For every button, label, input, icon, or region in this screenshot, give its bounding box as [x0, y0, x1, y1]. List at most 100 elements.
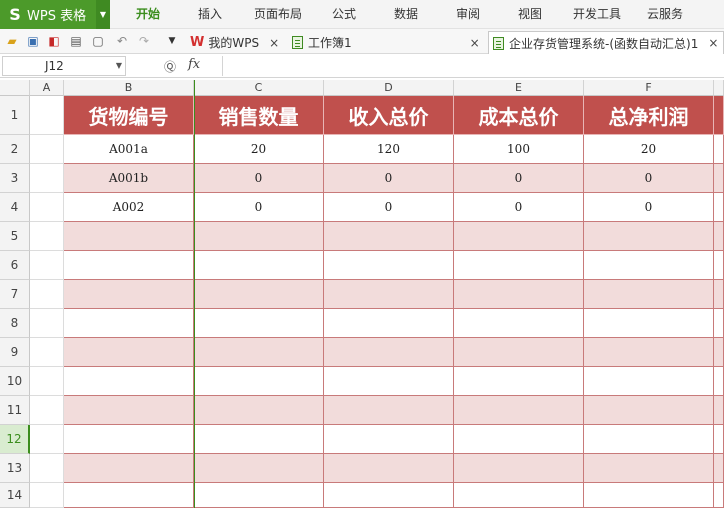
- row-header[interactable]: 3: [0, 164, 30, 193]
- tab-my-wps[interactable]: W 我的WPS ×: [190, 31, 279, 54]
- row-header[interactable]: 9: [0, 338, 30, 367]
- cell[interactable]: [30, 483, 64, 508]
- table-cell[interactable]: [714, 280, 724, 309]
- header-cell-net-profit[interactable]: 总净利润: [584, 96, 714, 135]
- table-cell[interactable]: [64, 454, 194, 483]
- table-cell[interactable]: [584, 425, 714, 454]
- cell[interactable]: [30, 396, 64, 425]
- header-cell[interactable]: [714, 96, 724, 135]
- formula-input[interactable]: [222, 56, 724, 76]
- header-cell-item-code[interactable]: 货物编号: [64, 96, 194, 135]
- zoom-lookup-icon[interactable]: Ⓠ: [164, 58, 176, 75]
- column-header-e[interactable]: E: [454, 80, 584, 96]
- row-header[interactable]: 8: [0, 309, 30, 338]
- table-cell[interactable]: 20: [194, 135, 324, 164]
- chevron-down-icon[interactable]: ▼: [96, 0, 110, 29]
- close-icon[interactable]: ×: [708, 36, 718, 50]
- table-cell[interactable]: [194, 222, 324, 251]
- row-header[interactable]: 13: [0, 454, 30, 483]
- table-cell[interactable]: [714, 367, 724, 396]
- table-cell[interactable]: [194, 367, 324, 396]
- table-cell[interactable]: [454, 222, 584, 251]
- freeze-pane-divider[interactable]: [194, 80, 195, 508]
- open-folder-icon[interactable]: ▰: [4, 33, 20, 49]
- table-cell[interactable]: [194, 425, 324, 454]
- table-cell[interactable]: A001b: [64, 164, 194, 193]
- insert-function-icon[interactable]: fx: [188, 57, 200, 72]
- table-cell[interactable]: [454, 483, 584, 508]
- export-pdf-icon[interactable]: ◧: [46, 33, 62, 49]
- table-cell[interactable]: [714, 483, 724, 508]
- table-cell[interactable]: [714, 338, 724, 367]
- column-header-f[interactable]: F: [584, 80, 714, 96]
- header-cell-revenue[interactable]: 收入总价: [324, 96, 454, 135]
- print-preview-icon[interactable]: ▢: [90, 33, 106, 49]
- menu-formulas[interactable]: 公式: [322, 0, 366, 29]
- table-cell[interactable]: [64, 280, 194, 309]
- table-cell[interactable]: [194, 251, 324, 280]
- row-header[interactable]: 11: [0, 396, 30, 425]
- table-cell[interactable]: [714, 251, 724, 280]
- row-header[interactable]: 4: [0, 193, 30, 222]
- table-cell[interactable]: 120: [324, 135, 454, 164]
- redo-icon[interactable]: ↷: [136, 33, 152, 49]
- table-cell[interactable]: [194, 280, 324, 309]
- menu-cloud[interactable]: 云服务: [640, 0, 690, 29]
- table-cell[interactable]: [324, 367, 454, 396]
- table-cell[interactable]: [64, 222, 194, 251]
- menu-home[interactable]: 开始: [122, 0, 174, 29]
- table-cell[interactable]: [194, 396, 324, 425]
- table-cell[interactable]: [324, 309, 454, 338]
- print-icon[interactable]: ▤: [68, 33, 84, 49]
- table-cell[interactable]: [584, 396, 714, 425]
- table-cell[interactable]: 0: [324, 193, 454, 222]
- table-cell[interactable]: [714, 135, 724, 164]
- table-cell[interactable]: [64, 309, 194, 338]
- table-cell[interactable]: [454, 309, 584, 338]
- menu-view[interactable]: 视图: [506, 0, 554, 29]
- table-cell[interactable]: [194, 454, 324, 483]
- save-icon[interactable]: ▣: [25, 33, 41, 49]
- table-cell[interactable]: [714, 396, 724, 425]
- undo-icon[interactable]: ↶: [114, 33, 130, 49]
- table-cell[interactable]: 0: [324, 164, 454, 193]
- table-cell[interactable]: 0: [584, 164, 714, 193]
- table-cell[interactable]: [64, 251, 194, 280]
- table-cell[interactable]: [64, 483, 194, 508]
- cell[interactable]: [30, 251, 64, 280]
- header-cell-sales-qty[interactable]: 销售数量: [194, 96, 324, 135]
- menu-insert[interactable]: 插入: [186, 0, 234, 29]
- table-cell[interactable]: [584, 454, 714, 483]
- table-cell[interactable]: [324, 280, 454, 309]
- table-cell[interactable]: [324, 396, 454, 425]
- table-cell[interactable]: [64, 367, 194, 396]
- table-cell[interactable]: [324, 483, 454, 508]
- table-cell[interactable]: 0: [194, 164, 324, 193]
- app-menu-button[interactable]: S WPS 表格 ▼: [0, 0, 110, 29]
- column-header-c[interactable]: C: [194, 80, 324, 96]
- table-cell[interactable]: [584, 222, 714, 251]
- row-header[interactable]: 5: [0, 222, 30, 251]
- cell[interactable]: [30, 367, 64, 396]
- close-icon[interactable]: ×: [470, 36, 480, 50]
- table-cell[interactable]: [454, 454, 584, 483]
- table-cell[interactable]: 0: [454, 193, 584, 222]
- table-cell[interactable]: [714, 454, 724, 483]
- table-cell[interactable]: [584, 338, 714, 367]
- column-header-b[interactable]: B: [64, 80, 194, 96]
- cell[interactable]: [30, 164, 64, 193]
- column-header-g[interactable]: [714, 80, 724, 96]
- row-header[interactable]: 6: [0, 251, 30, 280]
- table-cell[interactable]: [714, 309, 724, 338]
- table-cell[interactable]: 20: [584, 135, 714, 164]
- table-cell[interactable]: [714, 164, 724, 193]
- table-cell[interactable]: [324, 425, 454, 454]
- cell[interactable]: [30, 338, 64, 367]
- table-cell[interactable]: [64, 338, 194, 367]
- table-cell[interactable]: A002: [64, 193, 194, 222]
- table-cell[interactable]: [64, 396, 194, 425]
- header-cell-cost[interactable]: 成本总价: [454, 96, 584, 135]
- cell[interactable]: [30, 309, 64, 338]
- row-header[interactable]: 2: [0, 135, 30, 164]
- menu-page-layout[interactable]: 页面布局: [246, 0, 310, 29]
